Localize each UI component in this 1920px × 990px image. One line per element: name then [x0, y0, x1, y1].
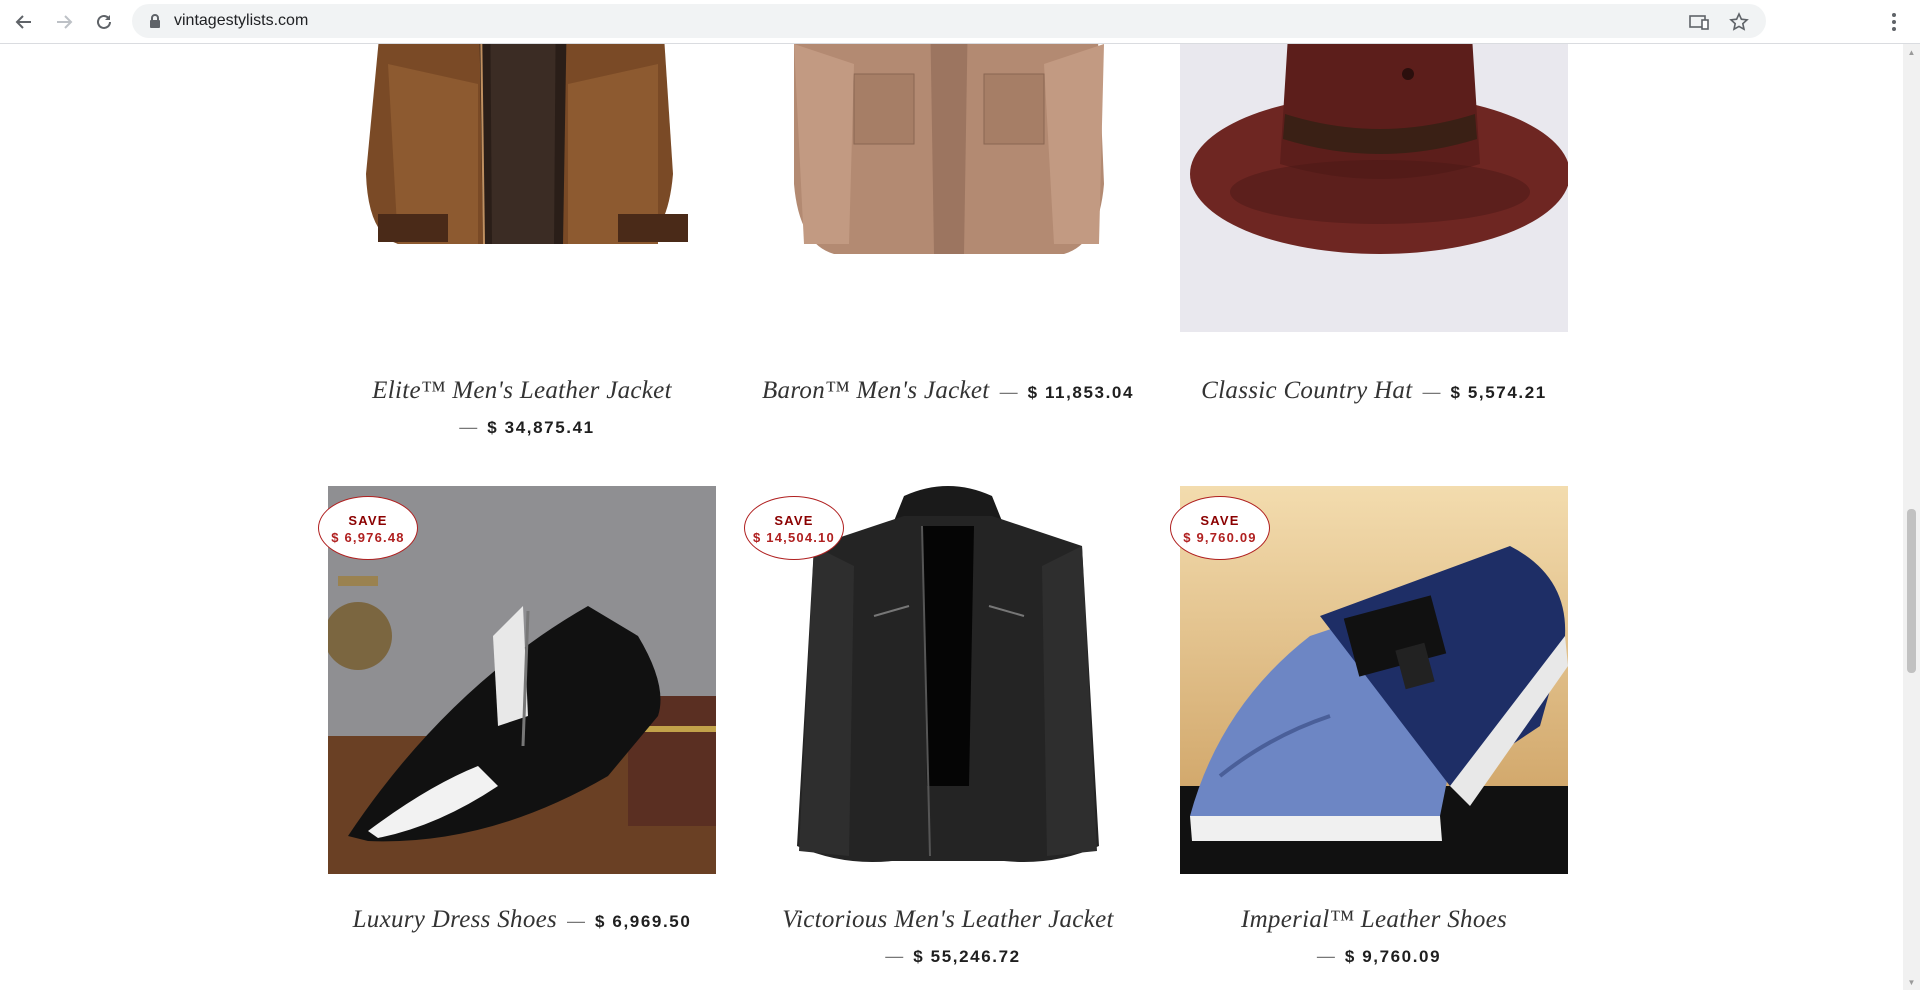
address-bar[interactable]: vintagestylists.com — [132, 4, 1766, 38]
browser-toolbar: vintagestylists.com — [0, 0, 1920, 44]
product-image[interactable] — [328, 44, 716, 332]
forward-arrow-icon[interactable] — [50, 8, 78, 36]
product-title[interactable]: Classic Country Hat — [1201, 377, 1412, 404]
product-price-line: — $ 9,760.09 — [1316, 946, 1442, 966]
sale-badge: SAVE $ 6,976.48 — [318, 496, 418, 560]
cast-icon[interactable] — [1688, 11, 1710, 33]
url-text[interactable]: vintagestylists.com — [174, 12, 308, 30]
star-icon[interactable] — [1728, 11, 1750, 33]
page-scrollbar[interactable]: ▲ ▼ — [1903, 44, 1920, 990]
back-arrow-icon[interactable] — [10, 8, 38, 36]
product-image[interactable] — [1180, 44, 1568, 332]
product-image[interactable] — [754, 44, 1142, 332]
product-price: $ 11,853.04 — [1027, 383, 1135, 402]
sale-badge: SAVE $ 9,760.09 — [1170, 496, 1270, 560]
product-title-line: Elite™ Men's Leather Jacket — [328, 373, 716, 412]
scroll-down-icon[interactable]: ▼ — [1907, 978, 1916, 987]
reload-icon[interactable] — [90, 8, 118, 36]
product-title-line: Imperial™ Leather Shoes — [1180, 902, 1568, 941]
product-price: $ 34,875.41 — [487, 418, 595, 437]
product-title[interactable]: Imperial™ Leather Shoes — [1241, 906, 1507, 933]
product-title[interactable]: Elite™ Men's Leather Jacket — [372, 377, 672, 404]
product-title[interactable]: Luxury Dress Shoes — [353, 906, 557, 933]
product-title-line: Victorious Men's Leather Jacket — [754, 902, 1142, 941]
product-title-line: Baron™ Men's Jacket — $ 11,853.04 — [761, 377, 1135, 404]
product-title-line: Classic Country Hat — $ 5,574.21 — [1201, 377, 1547, 404]
product-price: $ 5,574.21 — [1450, 383, 1547, 402]
scroll-up-icon[interactable]: ▲ — [1907, 48, 1916, 57]
product-price: $ 9,760.09 — [1344, 947, 1442, 966]
product-title-line: Luxury Dress Shoes — $ 6,969.50 — [352, 906, 692, 933]
product-price-line: — $ 55,246.72 — [885, 946, 1021, 966]
page-content: Elite™ Men's Leather Jacket — $ 34,875.41… — [0, 44, 1903, 990]
product-title[interactable]: Victorious Men's Leather Jacket — [782, 906, 1113, 933]
menu-dots-icon[interactable] — [1880, 8, 1908, 36]
product-price: $ 55,246.72 — [913, 947, 1021, 966]
product-price-line: — $ 34,875.41 — [459, 417, 595, 437]
scroll-thumb[interactable] — [1907, 509, 1916, 673]
sale-badge: SAVE $ 14,504.10 — [744, 496, 844, 560]
product-title[interactable]: Baron™ Men's Jacket — [762, 377, 990, 404]
lock-icon[interactable] — [148, 13, 164, 29]
product-price: $ 6,969.50 — [595, 912, 692, 931]
